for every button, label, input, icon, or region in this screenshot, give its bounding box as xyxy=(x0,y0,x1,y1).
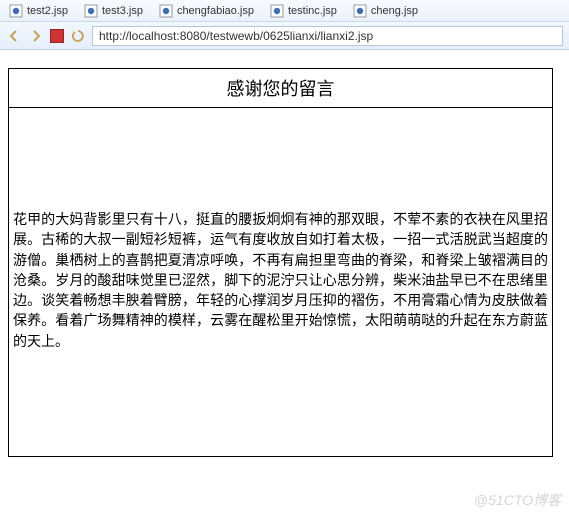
tab-label: cheng.jsp xyxy=(371,5,418,17)
message-body: 花甲的大妈背影里只有十八，挺直的腰扳炯炯有神的那双眼，不荤不素的衣袂在风里招展。… xyxy=(9,108,552,456)
jsp-file-icon xyxy=(159,4,173,18)
stop-icon[interactable] xyxy=(50,29,64,43)
jsp-file-icon xyxy=(9,4,23,18)
tab-label: testinc.jsp xyxy=(288,5,337,17)
tab-label: test2.jsp xyxy=(27,5,68,17)
page-content: 感谢您的留言 花甲的大妈背影里只有十八，挺直的腰扳炯炯有神的那双眼，不荤不素的衣… xyxy=(0,50,569,465)
jsp-file-icon xyxy=(353,4,367,18)
refresh-icon[interactable] xyxy=(70,28,86,44)
message-title: 感谢您的留言 xyxy=(9,69,552,108)
message-text: 花甲的大妈背影里只有十八，挺直的腰扳炯炯有神的那双眼，不荤不素的衣袂在风里招展。… xyxy=(13,211,548,353)
address-bar[interactable] xyxy=(92,26,563,46)
tab-bar: test2.jsp test3.jsp chengfabiao.jsp test… xyxy=(0,0,569,22)
jsp-file-icon xyxy=(84,4,98,18)
tab-test3[interactable]: test3.jsp xyxy=(79,1,152,21)
forward-arrow-icon[interactable] xyxy=(28,28,44,44)
browser-toolbar xyxy=(0,22,569,50)
tab-label: test3.jsp xyxy=(102,5,143,17)
jsp-file-icon xyxy=(270,4,284,18)
back-arrow-icon[interactable] xyxy=(6,28,22,44)
tab-test2[interactable]: test2.jsp xyxy=(4,1,77,21)
tab-cheng[interactable]: cheng.jsp xyxy=(348,1,427,21)
tab-testinc[interactable]: testinc.jsp xyxy=(265,1,346,21)
message-box: 感谢您的留言 花甲的大妈背影里只有十八，挺直的腰扳炯炯有神的那双眼，不荤不素的衣… xyxy=(8,68,553,457)
watermark: @51CTO博客 xyxy=(474,490,561,510)
tab-chengfabiao[interactable]: chengfabiao.jsp xyxy=(154,1,263,21)
tab-label: chengfabiao.jsp xyxy=(177,5,254,17)
